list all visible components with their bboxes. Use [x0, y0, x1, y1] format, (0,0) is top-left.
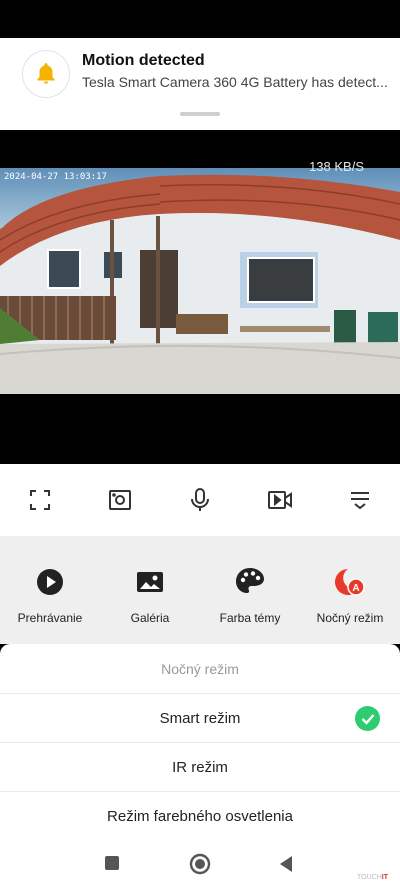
notification-title: Motion detected [82, 52, 205, 69]
camera-timestamp: 2024-04-27 13:03:17 [4, 172, 107, 182]
notification-body: Tesla Smart Camera 360 4G Battery has de… [82, 74, 388, 90]
night-mode-button[interactable]: A Nočný režim [300, 566, 400, 625]
option-label: Smart režim [159, 710, 241, 727]
notification-drag-handle[interactable] [180, 112, 220, 116]
bitrate-label: 138 KB/S [309, 159, 364, 174]
record-icon[interactable] [266, 486, 294, 514]
collapse-menu-icon[interactable] [346, 486, 374, 514]
system-nav-bar: TOUCHIT [0, 841, 400, 889]
palette-icon [234, 566, 266, 598]
gallery-icon [134, 566, 166, 598]
home-circle-icon[interactable] [189, 853, 211, 880]
camera-live-view[interactable]: 2024-04-27 13:03:17 [0, 168, 400, 394]
option-label: Režim farebného osvetlenia [107, 808, 293, 825]
option-ir-mode[interactable]: IR režim [0, 743, 400, 792]
microphone-icon[interactable] [186, 486, 214, 514]
play-icon [34, 566, 66, 598]
svg-text:A: A [352, 583, 359, 594]
camera-control-bar [0, 464, 400, 536]
gallery-label: Galéria [130, 611, 170, 625]
back-triangle-icon[interactable] [278, 855, 294, 878]
night-mode-icon: A [334, 566, 366, 598]
screenshot-icon[interactable] [106, 486, 134, 514]
night-mode-label: Nočný režim [316, 611, 384, 625]
bell-icon [22, 50, 70, 98]
motion-notification[interactable]: Motion detected Tesla Smart Camera 360 4… [0, 38, 400, 130]
square-icon[interactable] [104, 855, 120, 876]
night-mode-sheet: Nočný režim Smart režim IR režim Režim f… [0, 644, 400, 841]
theme-color-label: Farba témy [219, 611, 281, 625]
check-icon [355, 706, 380, 731]
watermark-logo: TOUCHIT [357, 874, 388, 881]
playback-button[interactable]: Prehrávanie [0, 566, 100, 625]
option-color-light-mode[interactable]: Režim farebného osvetlenia [0, 792, 400, 841]
sheet-title: Nočný režim [0, 644, 400, 694]
video-letterbox [0, 394, 400, 464]
fullscreen-icon[interactable] [26, 486, 54, 514]
playback-label: Prehrávanie [17, 611, 83, 625]
gallery-button[interactable]: Galéria [100, 566, 200, 625]
feature-shortcuts: Prehrávanie Galéria Farba témy A Nočný r… [0, 536, 400, 644]
theme-color-button[interactable]: Farba témy [200, 566, 300, 625]
option-label: IR režim [172, 759, 228, 776]
option-smart-mode[interactable]: Smart režim [0, 694, 400, 743]
